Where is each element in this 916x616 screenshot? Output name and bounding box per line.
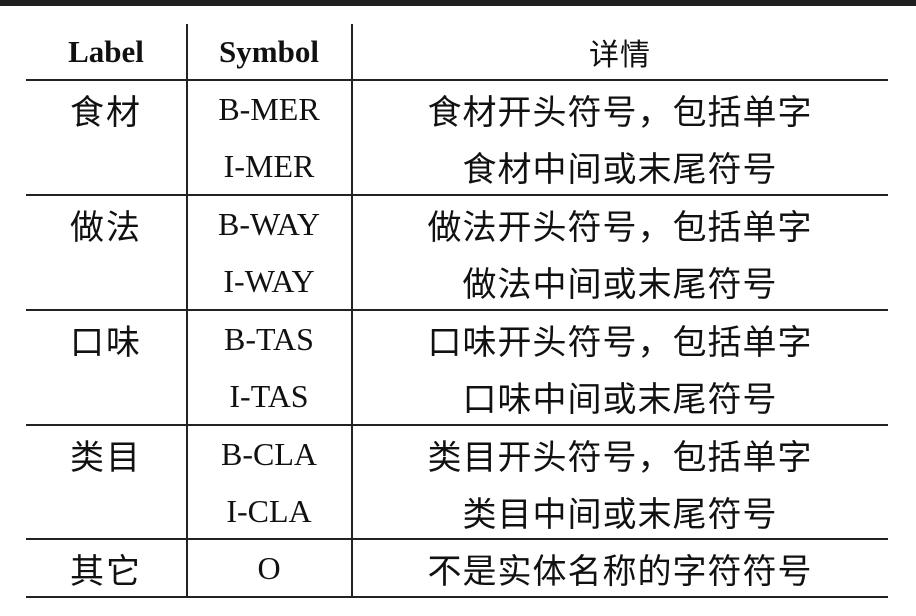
header-label: Label <box>68 33 144 69</box>
row-detail: 类目开头符号，包括单字 <box>427 438 813 478</box>
table-row: I-WAY 做法中间或末尾符号 <box>26 253 888 310</box>
row-symbol: B-WAY <box>218 206 320 242</box>
table-row: 类目 B-CLA 类目开头符号，包括单字 <box>26 426 888 483</box>
row-detail: 类目中间或末尾符号 <box>462 495 778 535</box>
row-symbol: O <box>257 550 281 586</box>
header-symbol: Symbol <box>219 33 319 69</box>
row-detail: 食材中间或末尾符号 <box>462 150 778 190</box>
row-label: 做法 <box>70 208 142 248</box>
row-symbol: B-MER <box>218 91 320 127</box>
row-symbol: I-CLA <box>226 493 312 529</box>
row-label: 其它 <box>70 552 142 592</box>
row-symbol: B-TAS <box>224 321 314 357</box>
row-label <box>26 138 186 195</box>
header-detail: 详情 <box>589 37 651 73</box>
row-symbol: I-MER <box>223 148 315 184</box>
row-detail: 做法中间或末尾符号 <box>462 265 778 305</box>
row-detail: 口味开头符号，包括单字 <box>427 323 813 363</box>
row-label: 食材 <box>70 93 142 133</box>
table-row: I-CLA 类目中间或末尾符号 <box>26 483 888 540</box>
row-label: 类目 <box>70 438 142 478</box>
label-symbol-table: Label Symbol 详情 食材 B-MER 食材开头符号，包括单字 I-M… <box>26 24 888 598</box>
table-row: I-TAS 口味中间或末尾符号 <box>26 368 888 425</box>
row-label <box>26 368 186 425</box>
row-symbol: I-TAS <box>229 378 309 414</box>
row-detail: 口味中间或末尾符号 <box>462 380 778 420</box>
row-label: 口味 <box>70 323 142 363</box>
table-row: 其它 O 不是实体名称的字符符号 <box>26 540 888 597</box>
row-label <box>26 253 186 310</box>
row-detail: 不是实体名称的字符符号 <box>427 552 813 592</box>
table-row: I-MER 食材中间或末尾符号 <box>26 138 888 195</box>
row-symbol: B-CLA <box>221 436 317 472</box>
row-symbol: I-WAY <box>223 263 315 299</box>
row-detail: 食材开头符号，包括单字 <box>427 93 813 133</box>
row-label <box>26 483 186 540</box>
top-border-bar <box>0 0 916 6</box>
row-detail: 做法开头符号，包括单字 <box>427 208 813 248</box>
table-row: 口味 B-TAS 口味开头符号，包括单字 <box>26 311 888 368</box>
table-row: 做法 B-WAY 做法开头符号，包括单字 <box>26 196 888 253</box>
table-row: 食材 B-MER 食材开头符号，包括单字 <box>26 81 888 138</box>
